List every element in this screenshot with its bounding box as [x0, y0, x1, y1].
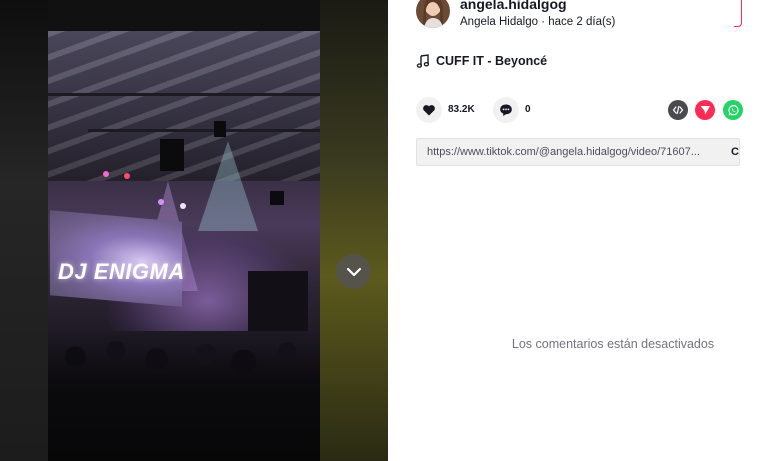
avatar[interactable] — [416, 0, 450, 28]
video-pane: DJ ENIGMA — [0, 0, 388, 461]
comment-button[interactable] — [493, 97, 519, 123]
post-date: hace 2 día(s) — [548, 16, 616, 28]
heart-icon — [423, 105, 435, 116]
video-screen-text: DJ ENIGMA — [58, 259, 185, 284]
author-username[interactable]: angela.hidalgog — [460, 0, 567, 12]
music-note-icon — [416, 54, 430, 68]
send-to-friends-button[interactable] — [695, 100, 715, 120]
comment-icon — [500, 104, 512, 116]
video-ceiling — [48, 31, 320, 181]
video-light-dot — [124, 173, 130, 179]
comment-count: 0 — [525, 104, 531, 115]
video-blur-background-right — [320, 0, 388, 461]
send-icon — [700, 106, 710, 115]
video-truss — [48, 93, 320, 96]
video-crowd — [48, 331, 320, 461]
whatsapp-share-button[interactable] — [723, 100, 743, 120]
video-player[interactable]: DJ ENIGMA — [48, 31, 320, 461]
avatar-image — [423, 0, 443, 28]
author-display-name[interactable]: Angela Hidalgo — [460, 16, 538, 28]
video-link-box: https://www.tiktok.com/@angela.hidalgog/… — [416, 138, 740, 166]
video-light-dot — [180, 203, 186, 209]
like-button[interactable] — [416, 97, 442, 123]
video-light-dot — [103, 171, 109, 177]
video-light-beam — [198, 141, 258, 231]
video-blur-background-left — [0, 0, 48, 461]
video-stage-rig — [248, 271, 308, 331]
comments-disabled-message: Los comentarios están desactivados — [511, 337, 715, 351]
copy-link-button[interactable]: Copiar enlace — [731, 146, 739, 158]
tiktok-video-page: DJ ENIGMA angela.hidalgog Angela Hidalgo… — [0, 0, 768, 461]
music-title-link[interactable]: CUFF IT - Beyoncé — [436, 54, 547, 68]
video-truss — [88, 129, 320, 132]
subline-separator: · — [538, 16, 549, 28]
whatsapp-icon — [727, 104, 739, 115]
video-top-strip — [48, 0, 320, 31]
like-count: 83.2K — [448, 104, 475, 115]
chevron-down-icon — [346, 267, 361, 276]
embed-icon — [672, 105, 684, 115]
next-video-button[interactable] — [336, 254, 371, 289]
video-speaker — [270, 191, 284, 205]
video-link-url[interactable]: https://www.tiktok.com/@angela.hidalgog/… — [427, 146, 700, 158]
video-speaker — [214, 121, 226, 137]
video-light-dot — [158, 199, 164, 205]
author-subline: Angela Hidalgo · hace 2 día(s) — [460, 16, 615, 28]
video-info-panel: angela.hidalgog Angela Hidalgo · hace 2 … — [388, 0, 768, 461]
follow-button[interactable] — [734, 0, 742, 27]
embed-button[interactable] — [668, 100, 688, 120]
video-speaker — [160, 139, 184, 171]
